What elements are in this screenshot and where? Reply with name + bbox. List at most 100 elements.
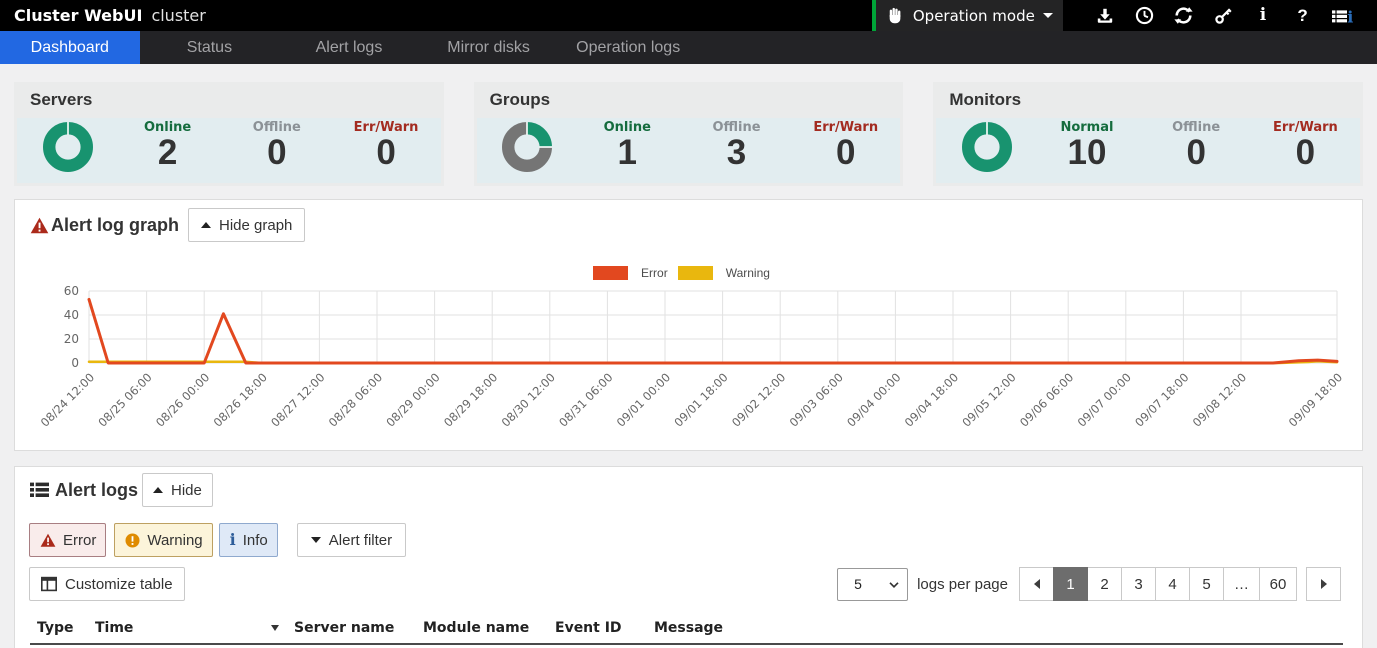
svg-text:08/31 06:00: 08/31 06:00: [556, 370, 615, 429]
sort-desc-icon: [271, 625, 279, 631]
collapse-icon: [153, 487, 163, 493]
customize-table-button[interactable]: Customize table: [29, 567, 185, 601]
svg-text:09/06 06:00: 09/06 06:00: [1017, 370, 1076, 429]
cluster-log-info-icon[interactable]: i: [1322, 0, 1362, 31]
prev-page-button[interactable]: [1019, 567, 1054, 601]
filter-error-button[interactable]: Error: [29, 523, 106, 557]
info-icon[interactable]: i: [1243, 0, 1283, 31]
license-key-icon[interactable]: [1204, 0, 1244, 31]
column-message[interactable]: Message: [647, 620, 1343, 636]
svg-text:i: i: [1347, 7, 1353, 26]
svg-text:09/04 18:00: 09/04 18:00: [902, 370, 961, 429]
svg-text:08/29 00:00: 08/29 00:00: [383, 370, 442, 429]
card-title: Servers: [30, 90, 444, 110]
time-info-icon[interactable]: [1124, 0, 1164, 31]
pagination: 5 logs per page 1 2 3 4 5 … 60: [837, 567, 1341, 601]
chevron-down-icon: [1043, 13, 1053, 18]
svg-text:08/27 12:00: 08/27 12:00: [268, 370, 327, 429]
svg-text:0: 0: [71, 356, 79, 370]
card-title: Groups: [490, 90, 904, 110]
svg-text:08/26 00:00: 08/26 00:00: [153, 370, 212, 429]
page-button-60[interactable]: 60: [1259, 567, 1297, 601]
expand-icon: [311, 537, 321, 543]
operation-mode-dropdown[interactable]: Operation mode: [872, 0, 1063, 31]
svg-text:09/04 00:00: 09/04 00:00: [844, 370, 903, 429]
actions-row: Customize table 5 logs per page 1 2 3 4 …: [29, 567, 1341, 601]
column-server-name[interactable]: Server name: [287, 620, 416, 636]
warning-swatch: [678, 266, 713, 280]
next-page-button[interactable]: [1306, 567, 1341, 601]
summary-cards: Servers Online 2 Offline 0 Err/Warn 0 Gr…: [14, 82, 1363, 186]
download-icon[interactable]: [1085, 0, 1125, 31]
hide-logs-button[interactable]: Hide: [142, 473, 213, 507]
chart-legend: Error Warning: [15, 265, 1362, 281]
page: Cluster WebUI cluster Operation mode: [0, 0, 1377, 648]
page-size-select[interactable]: 5: [837, 568, 908, 601]
tab-alert-logs[interactable]: Alert logs: [279, 31, 419, 64]
tab-mirror-disks[interactable]: Mirror disks: [419, 31, 559, 64]
filter-row: Error Warning i Info Alert filter: [29, 523, 1347, 557]
svg-text:09/09 18:00: 09/09 18:00: [1286, 370, 1345, 429]
arrow-right-icon: [1321, 579, 1327, 589]
alert-triangle-icon: [30, 217, 49, 234]
card-title: Monitors: [949, 90, 1363, 110]
page-ellipsis[interactable]: …: [1223, 567, 1260, 601]
card-monitors: Monitors Normal 10 Offline 0 Err/Warn 0: [933, 82, 1363, 186]
stat-errwarn: Err/Warn 0: [1251, 120, 1360, 170]
cluster-name: cluster: [151, 6, 205, 25]
collapse-icon: [201, 222, 211, 228]
svg-text:08/25 06:00: 08/25 06:00: [95, 370, 154, 429]
help-icon[interactable]: ?: [1283, 0, 1323, 31]
svg-text:09/05 12:00: 09/05 12:00: [959, 370, 1018, 429]
arrow-left-icon: [1034, 579, 1040, 589]
alert-filter-button[interactable]: Alert filter: [297, 523, 406, 557]
app-title: Cluster WebUI: [14, 6, 142, 25]
page-button-5[interactable]: 5: [1189, 567, 1224, 601]
column-event-id[interactable]: Event ID: [548, 620, 647, 636]
svg-text:09/01 00:00: 09/01 00:00: [614, 370, 673, 429]
warning-circle-icon: [125, 533, 140, 548]
hand-icon: [886, 6, 905, 25]
tab-status[interactable]: Status: [140, 31, 280, 64]
card-groups: Groups Online 1 Offline 3 Err/Warn 0: [474, 82, 904, 186]
filter-warning-button[interactable]: Warning: [114, 523, 212, 557]
monitors-donut-chart: [936, 118, 1032, 172]
graph-panel-title: Alert log graph: [51, 215, 179, 236]
stat-offline: Offline 0: [222, 120, 331, 170]
error-swatch: [593, 266, 628, 280]
groups-donut-chart: [477, 118, 573, 172]
servers-donut-chart: [17, 118, 113, 172]
alert-log-line-chart: 020406008/24 12:0008/25 06:0008/26 00:00…: [15, 282, 1362, 452]
tab-operation-logs[interactable]: Operation logs: [558, 31, 698, 64]
per-page-label: logs per page: [917, 576, 1008, 593]
logs-panel-title: Alert logs: [55, 480, 138, 501]
topbar: Cluster WebUI cluster Operation mode: [0, 0, 1377, 31]
svg-text:09/08 12:00: 09/08 12:00: [1190, 370, 1249, 429]
info-i-icon: i: [230, 532, 236, 548]
chevron-down-icon: [889, 582, 899, 588]
page-button-1[interactable]: 1: [1053, 567, 1088, 601]
column-type[interactable]: Type: [30, 620, 88, 636]
legend-warning: Warning: [678, 266, 770, 280]
column-time[interactable]: Time: [88, 620, 287, 636]
tab-dashboard[interactable]: Dashboard: [0, 31, 140, 64]
page-button-3[interactable]: 3: [1121, 567, 1156, 601]
list-icon: [30, 482, 49, 498]
alert-logs-panel: Alert logs Hide Error: [14, 466, 1363, 648]
alert-logs-table-header: Type Time Server name Module name Event …: [30, 620, 1343, 645]
page-button-4[interactable]: 4: [1155, 567, 1190, 601]
svg-text:08/26 18:00: 08/26 18:00: [211, 370, 270, 429]
pager: 1 2 3 4 5 … 60: [1019, 567, 1341, 601]
stat-normal: Normal 10: [1032, 120, 1141, 170]
reload-icon[interactable]: [1164, 0, 1204, 31]
alert-log-graph-panel: Alert log graph Hide graph Error Warning…: [14, 199, 1363, 451]
column-module-name[interactable]: Module name: [416, 620, 548, 636]
filter-info-button[interactable]: i Info: [219, 523, 278, 557]
topbar-icons: i ? i: [1085, 0, 1362, 31]
columns-icon: [41, 576, 57, 592]
stat-offline: Offline 0: [1142, 120, 1251, 170]
stat-online: Online 1: [573, 120, 682, 170]
page-button-2[interactable]: 2: [1087, 567, 1122, 601]
hide-graph-button[interactable]: Hide graph: [188, 208, 305, 242]
svg-text:20: 20: [64, 332, 79, 346]
